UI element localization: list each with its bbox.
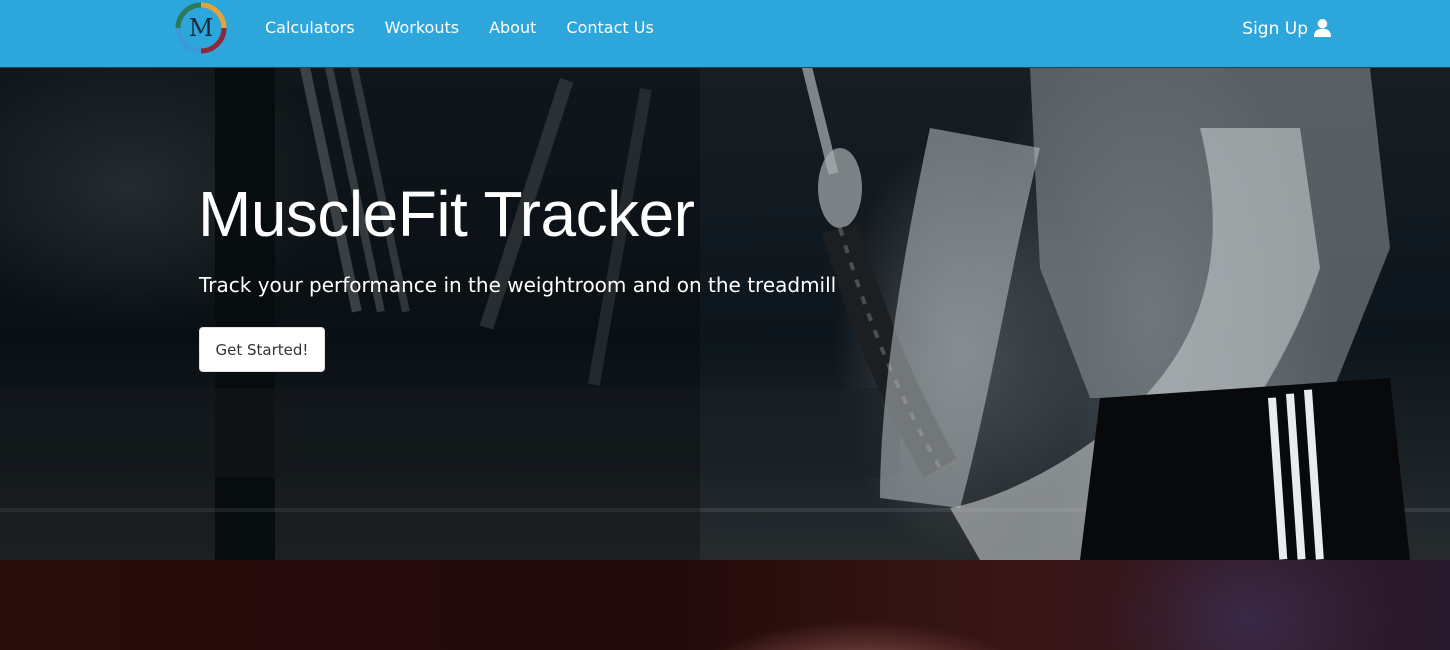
sign-up-link[interactable]: Sign Up: [1242, 17, 1332, 41]
hero-gym-photo: [0, 68, 1450, 560]
nav-link-about[interactable]: About: [489, 17, 536, 39]
brand-logo[interactable]: M: [175, 2, 227, 54]
hero-title: MuscleFit Tracker: [198, 178, 695, 250]
nav-link-contact-us[interactable]: Contact Us: [566, 17, 653, 39]
hero-banner: MuscleFit Tracker Track your performance…: [0, 68, 1450, 560]
top-navbar: M Calculators Workouts About Contact Us …: [0, 0, 1450, 68]
nav-links: Calculators Workouts About Contact Us: [265, 17, 684, 39]
user-icon: [1313, 18, 1332, 37]
logo-letter: M: [188, 14, 214, 42]
hero-subtitle: Track your performance in the weightroom…: [199, 273, 837, 297]
nav-link-calculators[interactable]: Calculators: [265, 17, 355, 39]
sign-up-label: Sign Up: [1242, 19, 1308, 39]
nav-link-workouts[interactable]: Workouts: [385, 17, 459, 39]
get-started-button[interactable]: Get Started!: [199, 327, 325, 372]
next-section-image: [0, 560, 1450, 650]
